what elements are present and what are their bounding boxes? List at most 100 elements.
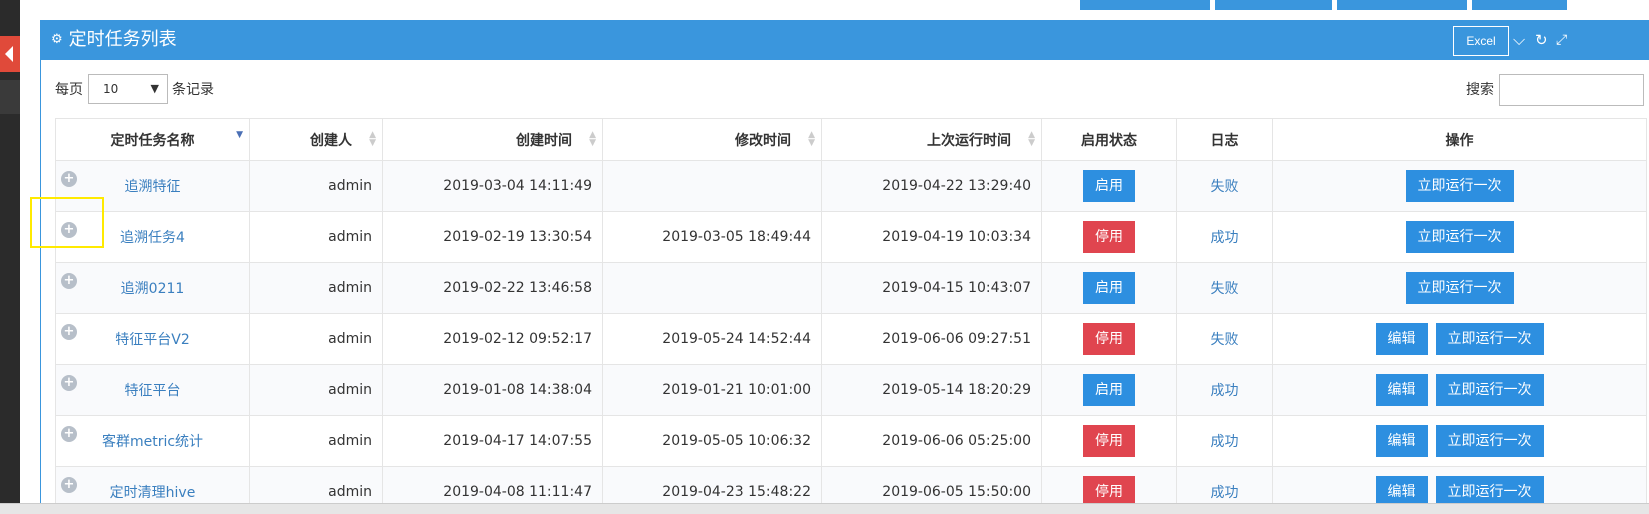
task-name-link[interactable]: 追溯0211 <box>121 281 185 297</box>
status-toggle-button[interactable]: 启用 <box>1083 272 1135 304</box>
status-toggle-button[interactable]: 启用 <box>1083 170 1135 202</box>
chevron-down-icon[interactable]: ⌵ <box>1513 30 1525 50</box>
col-header-creator[interactable]: 创建人 ▲ ▼ <box>249 118 383 161</box>
edit-button[interactable]: 编辑 <box>1375 374 1428 406</box>
top-button-3[interactable] <box>1337 0 1467 10</box>
creator-cell: admin <box>249 160 383 212</box>
run-once-button[interactable]: 立即运行一次 <box>1435 374 1544 406</box>
created-time-cell: 2019-03-04 14:11:49 <box>382 160 603 212</box>
col-header-log: 日志 <box>1176 118 1273 161</box>
top-button-2[interactable] <box>1215 0 1332 10</box>
task-name-cell[interactable]: + 追溯任务4 <box>55 211 250 263</box>
task-name-cell[interactable]: + 追溯特征 <box>55 160 250 212</box>
log-cell: 成功 <box>1176 415 1273 467</box>
table-body: + 追溯特征 admin 2019-03-04 14:11:49 2019-04-22 … <box>55 160 1647 514</box>
per-page-label: 每页 <box>55 82 83 98</box>
task-name-link[interactable]: 客群metric统计 <box>102 434 203 450</box>
refresh-icon[interactable]: ↻ <box>1535 30 1548 50</box>
edit-button[interactable]: 编辑 <box>1375 425 1428 457</box>
table-row: + 特征平台V2 admin 2019-02-12 09:52:17 2019-05-2… <box>55 313 1647 365</box>
bottom-scrollbar[interactable] <box>0 503 1649 514</box>
run-once-button[interactable]: 立即运行一次 <box>1405 221 1514 253</box>
status-toggle-button[interactable]: 启用 <box>1083 374 1135 406</box>
status-toggle-button[interactable]: 停用 <box>1083 323 1135 355</box>
creator-cell: admin <box>249 364 383 416</box>
log-link[interactable]: 失败 <box>1211 281 1239 297</box>
action-cell: 立即运行一次 <box>1272 211 1647 263</box>
excel-export-button[interactable]: Excel <box>1453 26 1509 56</box>
sidebar-toggle-button[interactable] <box>0 36 20 72</box>
panel-title-text: 定时任务列表 <box>68 29 177 50</box>
plus-circle-icon[interactable]: + <box>61 273 77 289</box>
col-header-last-run[interactable]: 上次运行时间 ▲ ▼ <box>821 118 1042 161</box>
sort-icon: ▲ ▼ <box>1028 130 1035 148</box>
task-name-link[interactable]: 特征平台 <box>125 383 181 399</box>
status-cell: 启用 <box>1041 364 1177 416</box>
log-link[interactable]: 成功 <box>1211 434 1239 450</box>
task-name-cell[interactable]: + 客群metric统计 <box>55 415 250 467</box>
action-cell: 编辑 立即运行一次 <box>1272 364 1647 416</box>
created-time-cell: 2019-02-19 13:30:54 <box>382 211 603 263</box>
col-header-name[interactable]: 定时任务名称 ▼ <box>55 118 250 161</box>
log-link[interactable]: 失败 <box>1211 332 1239 348</box>
modified-time-cell <box>602 160 822 212</box>
task-name-cell[interactable]: + 特征平台V2 <box>55 313 250 365</box>
task-name-cell[interactable]: + 特征平台 <box>55 364 250 416</box>
action-cell: 立即运行一次 <box>1272 160 1647 212</box>
task-name-link[interactable]: 追溯特征 <box>125 179 181 195</box>
top-button-4[interactable] <box>1472 0 1567 10</box>
log-cell: 成功 <box>1176 211 1273 263</box>
status-cell: 启用 <box>1041 262 1177 314</box>
created-time-cell: 2019-02-22 13:46:58 <box>382 262 603 314</box>
last-run-time-cell: 2019-04-15 10:43:07 <box>821 262 1042 314</box>
log-cell: 失败 <box>1176 160 1273 212</box>
plus-circle-icon[interactable]: + <box>61 171 77 187</box>
task-name-link[interactable]: 特征平台V2 <box>115 332 189 348</box>
log-link[interactable]: 失败 <box>1211 179 1239 195</box>
plus-circle-icon[interactable]: + <box>61 222 77 238</box>
status-toggle-button[interactable]: 停用 <box>1083 221 1135 253</box>
search-label: 搜索 <box>1466 82 1494 98</box>
status-cell: 停用 <box>1041 415 1177 467</box>
sort-icon: ▲ ▼ <box>369 130 376 148</box>
status-toggle-button[interactable]: 停用 <box>1083 425 1135 457</box>
sort-icon: ▲ ▼ <box>808 130 815 148</box>
last-run-time-cell: 2019-06-06 05:25:00 <box>821 415 1042 467</box>
status-cell: 停用 <box>1041 313 1177 365</box>
created-time-cell: 2019-02-12 09:52:17 <box>382 313 603 365</box>
col-header-status: 启用状态 <box>1041 118 1177 161</box>
status-cell: 启用 <box>1041 160 1177 212</box>
run-once-button[interactable]: 立即运行一次 <box>1405 170 1514 202</box>
expand-icon[interactable]: ⤢ <box>1556 30 1567 50</box>
log-link[interactable]: 成功 <box>1211 383 1239 399</box>
edit-button[interactable]: 编辑 <box>1375 323 1428 355</box>
plus-circle-icon[interactable]: + <box>61 477 77 493</box>
task-name-link[interactable]: 追溯任务4 <box>120 230 185 246</box>
task-name-link[interactable]: 定时清理hive <box>110 485 196 501</box>
created-time-cell: 2019-04-17 14:07:55 <box>382 415 603 467</box>
creator-cell: admin <box>249 211 383 263</box>
task-list-panel: ⚙ 定时任务列表 Excel ⌵ ↻ ⤢ 每页 10 ▼ 条记录 搜索 定时任务… <box>40 20 1649 514</box>
col-header-created[interactable]: 创建时间 ▲ ▼ <box>382 118 603 161</box>
created-time-cell: 2019-01-08 14:38:04 <box>382 364 603 416</box>
app-root: ⚙ 定时任务列表 Excel ⌵ ↻ ⤢ 每页 10 ▼ 条记录 搜索 定时任务… <box>0 0 1649 514</box>
sidebar-sub-item[interactable] <box>0 80 20 114</box>
col-header-modified[interactable]: 修改时间 ▲ ▼ <box>602 118 822 161</box>
search-input[interactable] <box>1499 74 1644 106</box>
task-name-cell[interactable]: + 追溯0211 <box>55 262 250 314</box>
log-link[interactable]: 成功 <box>1211 230 1239 246</box>
run-once-button[interactable]: 立即运行一次 <box>1405 272 1514 304</box>
last-run-time-cell: 2019-04-19 10:03:34 <box>821 211 1042 263</box>
plus-circle-icon[interactable]: + <box>61 324 77 340</box>
plus-circle-icon[interactable]: + <box>61 426 77 442</box>
plus-circle-icon[interactable]: + <box>61 375 77 391</box>
table-row: + 追溯0211 admin 2019-02-22 13:46:58 2019-04-1… <box>55 262 1647 314</box>
run-once-button[interactable]: 立即运行一次 <box>1435 425 1544 457</box>
per-page-select[interactable]: 10 ▼ <box>88 74 168 104</box>
modified-time-cell: 2019-05-24 14:52:44 <box>602 313 822 365</box>
top-button-1[interactable] <box>1080 0 1210 10</box>
run-once-button[interactable]: 立即运行一次 <box>1435 323 1544 355</box>
caret-left-icon <box>5 46 13 62</box>
table-row: + 特征平台 admin 2019-01-08 14:38:04 2019-01-21 … <box>55 364 1647 416</box>
log-link[interactable]: 成功 <box>1211 485 1239 501</box>
